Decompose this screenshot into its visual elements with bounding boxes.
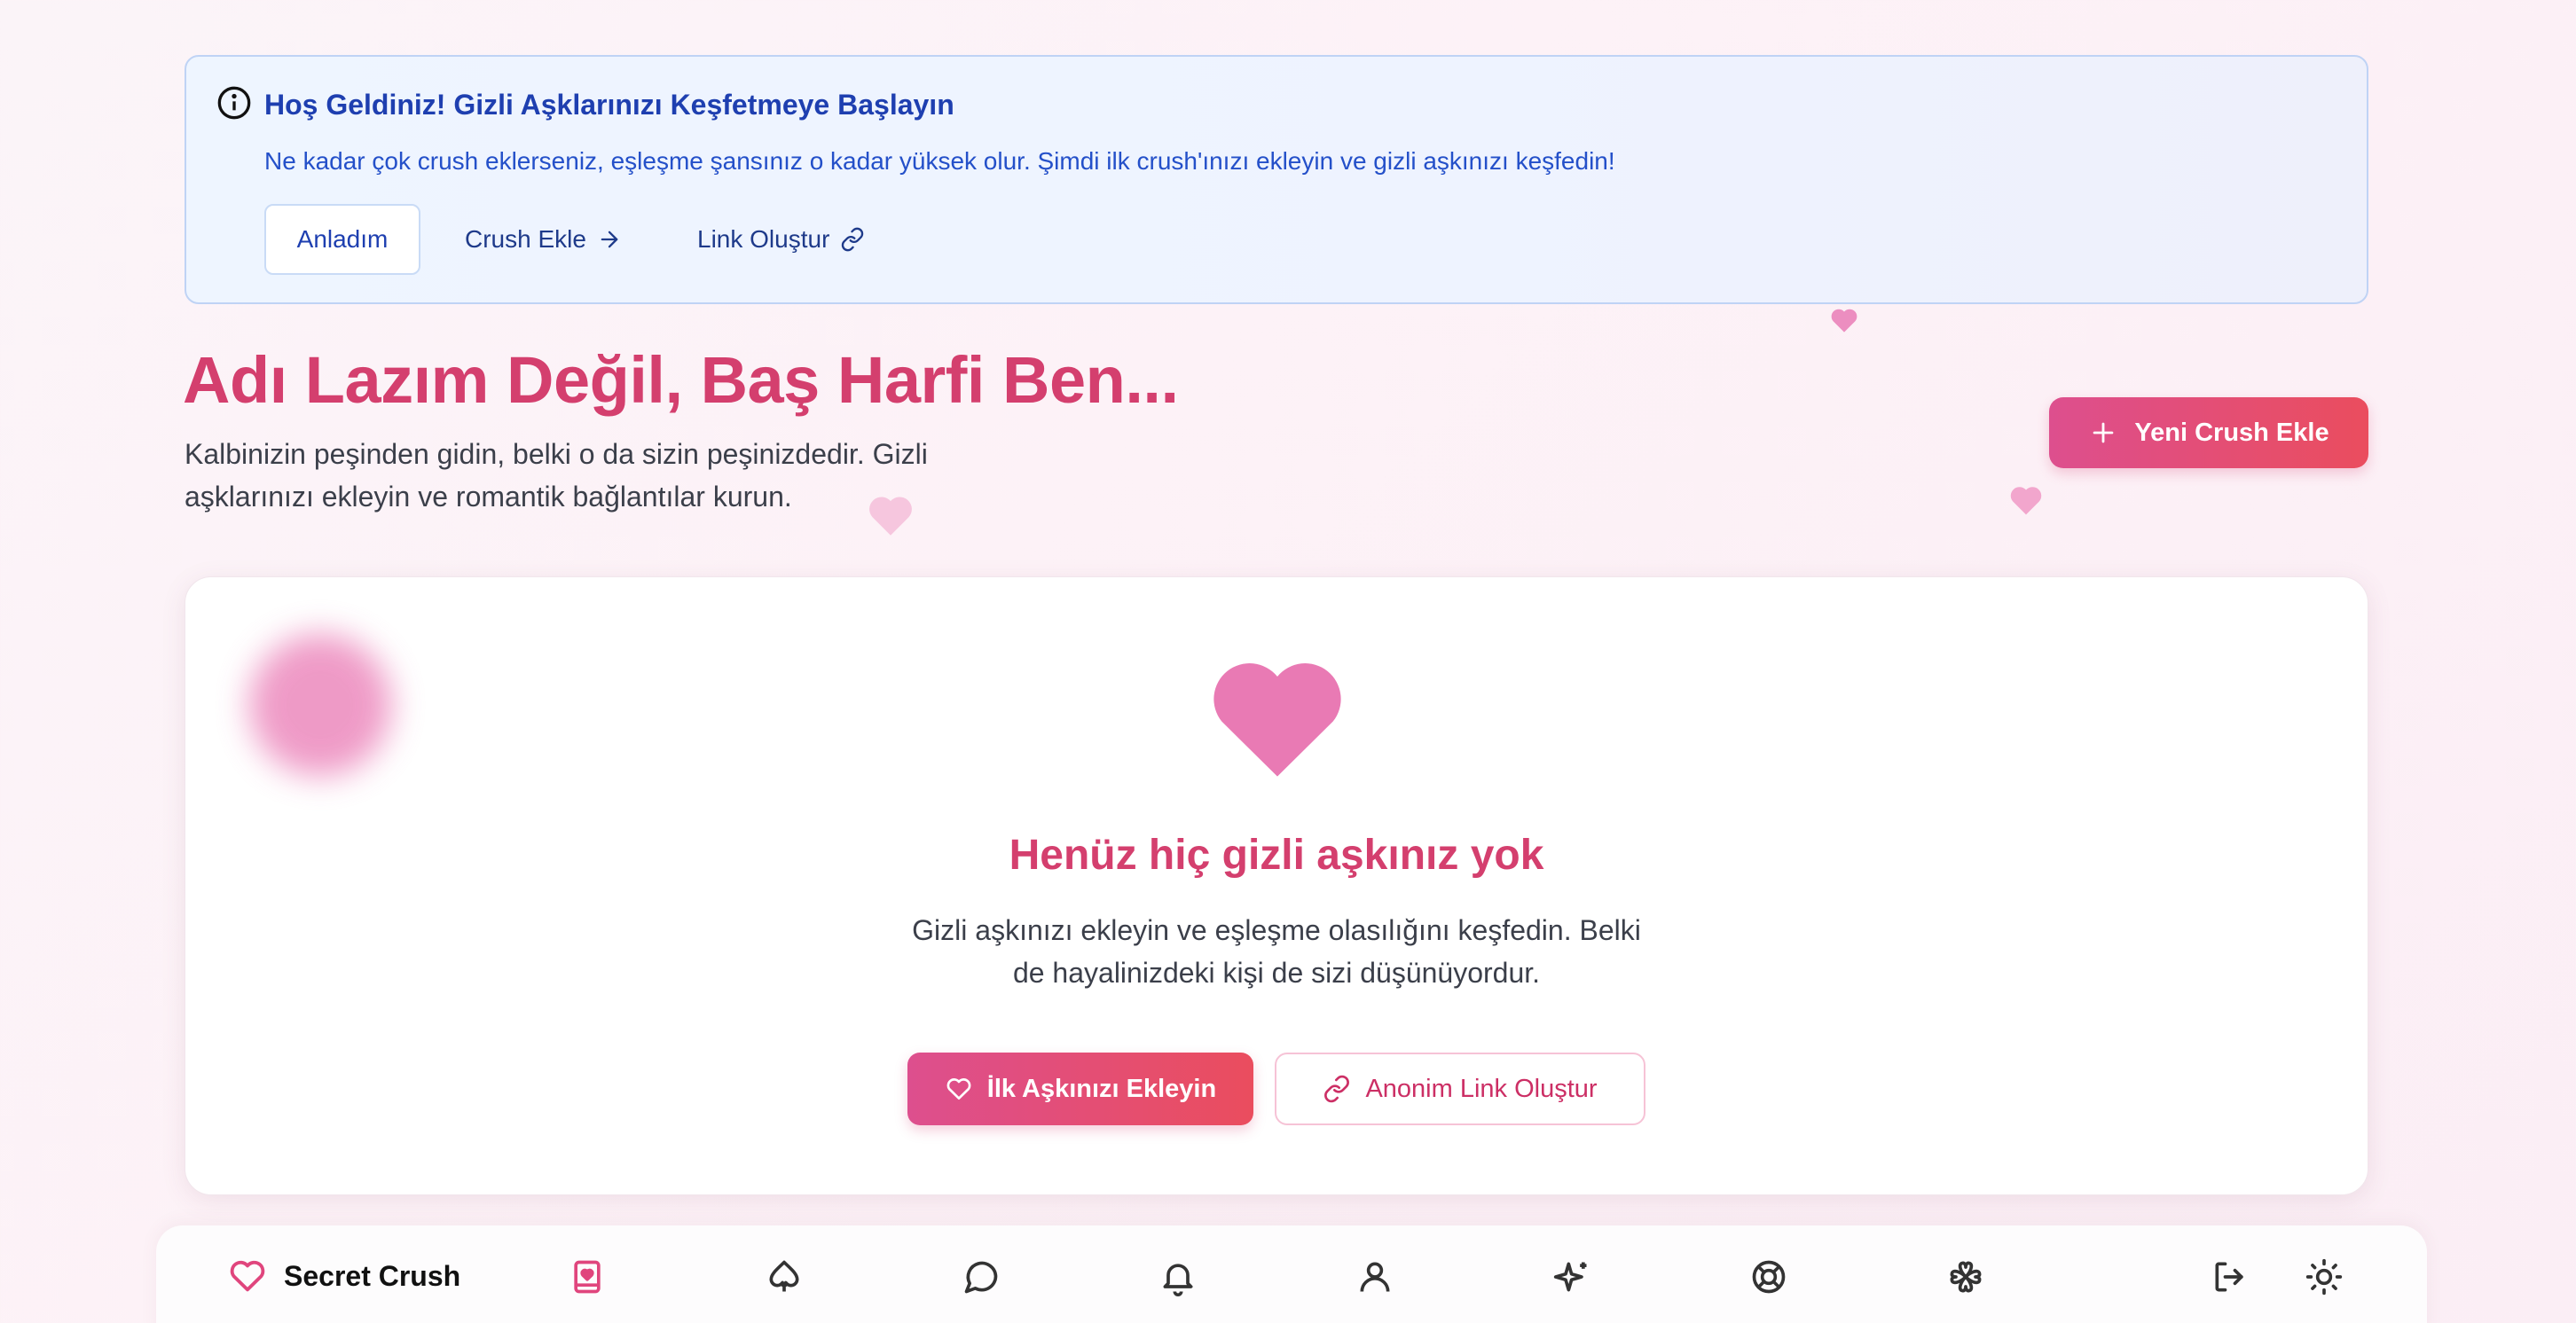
nav-messages[interactable] <box>960 1256 1002 1298</box>
floating-heart-icon <box>2010 487 2042 515</box>
sun-icon <box>2305 1258 2343 1296</box>
anonymous-link-button[interactable]: Anonim Link Oluştur <box>1275 1053 1645 1125</box>
link-icon <box>1324 1075 1350 1103</box>
acknowledge-button[interactable]: Anladım <box>264 204 420 275</box>
sparkles-icon <box>1553 1262 1587 1292</box>
welcome-banner: Hoş Geldiniz! Gizli Aşklarınızı Keşfetme… <box>185 55 2368 304</box>
chat-icon <box>964 1261 998 1294</box>
heart-outline-icon <box>230 1260 265 1292</box>
add-first-crush-button[interactable]: İlk Aşkınızı Ekleyin <box>907 1053 1253 1125</box>
plus-icon <box>2093 422 2114 443</box>
add-first-crush-label: İlk Aşkınızı Ekleyin <box>986 1074 1217 1103</box>
new-crush-button-label: Yeni Crush Ekle <box>2134 418 2329 447</box>
banner-title: Hoş Geldiniz! Gizli Aşklarınızı Keşfetme… <box>264 89 954 121</box>
bell-icon <box>1163 1264 1193 1296</box>
nav-profile[interactable] <box>1354 1256 1396 1298</box>
create-link-label: Link Oluştur <box>697 225 830 253</box>
create-link-link[interactable]: Link Oluştur <box>697 204 865 275</box>
decorative-blob <box>249 634 391 776</box>
heart-outline-icon <box>946 1078 971 1100</box>
empty-state-title: Henüz hiç gizli aşkınız yok <box>1009 832 1544 879</box>
book-heart-icon <box>574 1260 601 1294</box>
add-crush-link[interactable]: Crush Ekle <box>465 204 622 275</box>
nav-luck[interactable] <box>1944 1256 1987 1298</box>
lifebuoy-icon <box>1752 1260 1786 1294</box>
logout-icon <box>2215 1262 2243 1292</box>
nav-sparkles[interactable] <box>1551 1256 1593 1298</box>
user-icon <box>1360 1262 1390 1292</box>
new-crush-button[interactable]: Yeni Crush Ekle <box>2049 397 2368 468</box>
page-title: Adı Lazım Değil, Baş Harfi Ben... <box>183 343 1179 417</box>
nav-help[interactable] <box>1747 1256 1790 1298</box>
add-crush-link-label: Crush Ekle <box>465 225 586 253</box>
empty-state-description: Gizli aşkınızı ekleyin ve eşleşme olasıl… <box>185 909 2368 994</box>
banner-description: Ne kadar çok crush eklerseniz, eşleşme ş… <box>264 147 1615 175</box>
empty-state-description-line1: Gizli aşkınızı ekleyin ve eşleşme olasıl… <box>912 914 1641 946</box>
anonymous-link-label: Anonim Link Oluştur <box>1365 1074 1598 1103</box>
empty-state-card: Henüz hiç gizli aşkınız yok Gizli aşkını… <box>185 576 2368 1195</box>
empty-state-description-line2: de hayalinizdeki kişi de sizi düşünüyord… <box>1012 957 1541 989</box>
arrow-right-icon <box>601 231 618 248</box>
spade-icon <box>769 1260 799 1292</box>
nav-notifications[interactable] <box>1157 1256 1199 1298</box>
clover-icon <box>1950 1261 1982 1293</box>
nav-theme-toggle[interactable] <box>2303 1256 2345 1298</box>
nav-spade[interactable] <box>763 1256 805 1298</box>
nav-crushes[interactable] <box>566 1256 609 1298</box>
brand-name: Secret Crush <box>284 1259 461 1292</box>
nav-logout[interactable] <box>2209 1256 2251 1298</box>
bottom-nav: Secret Crush <box>156 1225 2427 1323</box>
brand-logo[interactable]: Secret Crush <box>227 1256 460 1296</box>
link-icon <box>842 227 864 252</box>
heart-icon <box>1213 663 1341 777</box>
page-subtitle: Kalbinizin peşinden gidin, belki o da si… <box>185 438 928 513</box>
info-icon <box>217 86 251 120</box>
floating-heart-icon <box>1831 309 1857 333</box>
